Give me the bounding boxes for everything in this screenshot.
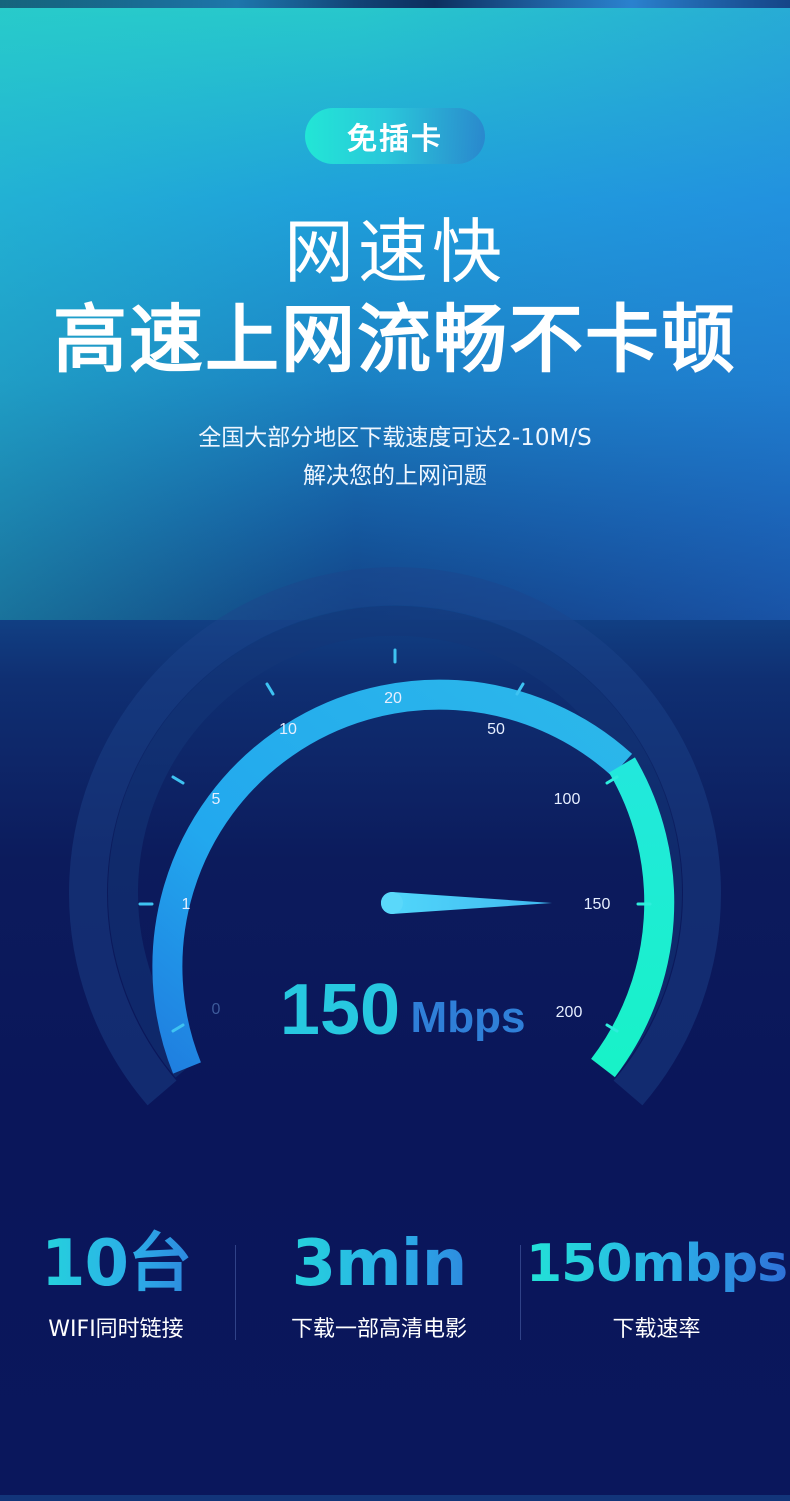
stat-devices-value: 10台	[0, 1225, 232, 1303]
stat-download-time-label: 下载一部高清电影	[290, 1317, 467, 1342]
stat-download-time: 3min 下载一部高清电影	[238, 1225, 520, 1355]
stat-speed: 150mbps 下载速率	[523, 1225, 790, 1355]
gauge-reading-value: 150	[280, 970, 400, 1050]
tick-label-5: 5	[212, 791, 221, 808]
gauge-needle	[381, 892, 552, 914]
stat-devices-label: WIFI同时链接	[48, 1317, 184, 1342]
tick-label-20: 20	[384, 690, 402, 707]
tick-label-150: 150	[584, 896, 611, 913]
gauge-reading-unit: Mbps	[411, 993, 526, 1042]
tick-label-50: 50	[487, 721, 505, 738]
stat-download-time-value: 3min	[238, 1225, 520, 1303]
speedometer-gauge: 0 1 5 10 20 50 100 150 200 150 Mbps	[69, 567, 721, 1106]
stat-divider	[520, 1245, 521, 1340]
stat-devices: 10台 WIFI同时链接	[0, 1225, 232, 1355]
stat-speed-label: 下载速率	[612, 1317, 701, 1342]
headline-bold: 高速上网流畅不卡顿	[53, 297, 737, 383]
gauge-needle-hub	[381, 892, 403, 914]
bottom-decor-strip	[0, 1495, 790, 1501]
badge-label: 免插卡	[347, 122, 443, 157]
stat-speed-value: 150mbps	[523, 1225, 790, 1303]
tick-label-1: 1	[182, 896, 191, 913]
description-line-1: 全国大部分地区下载速度可达2-10M/S	[198, 425, 592, 451]
stats-row: 10台 WIFI同时链接 3min 下载一部高清电影 150mbps 下载速率	[0, 1225, 790, 1355]
tick-label-10: 10	[279, 721, 297, 738]
top-decor-strip	[0, 0, 790, 8]
tick-label-200: 200	[556, 1004, 583, 1021]
stat-divider	[235, 1245, 236, 1340]
description-line-2: 解决您的上网问题	[303, 463, 487, 489]
badge-no-card: 免插卡	[305, 108, 485, 164]
tick-label-0: 0	[212, 1001, 221, 1018]
tick-label-100: 100	[554, 791, 581, 808]
